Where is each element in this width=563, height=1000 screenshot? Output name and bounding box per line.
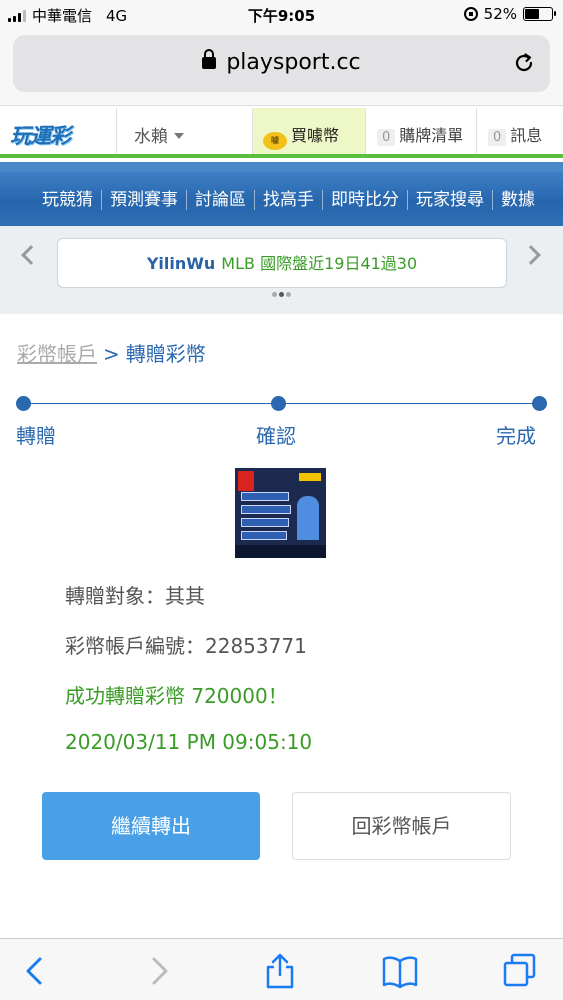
recipient-text: 轉贈對象：其其 xyxy=(65,584,205,608)
status-right: 52% xyxy=(463,5,556,23)
step-dot-confirm xyxy=(271,396,286,411)
caret-down-icon xyxy=(174,133,184,139)
cart-label: 購牌清單 xyxy=(399,126,464,145)
nav-item-guess[interactable]: 玩競猜 xyxy=(34,190,101,210)
step-label-transfer: 轉贈 xyxy=(16,424,56,448)
nav-item-forum[interactable]: 討論區 xyxy=(186,190,254,210)
purchase-list-button[interactable]: 0 購牌清單 xyxy=(365,108,476,154)
nav-item-player-search[interactable]: 玩家搜尋 xyxy=(407,190,492,210)
transfer-timestamp: 2020/03/11 PM 09:05:10 xyxy=(65,730,313,754)
step-label-confirm: 確認 xyxy=(256,424,296,448)
chevron-left-icon[interactable] xyxy=(21,245,41,265)
ticker-user: YilinWu xyxy=(146,254,216,273)
battery-icon xyxy=(523,7,556,21)
nav-item-data[interactable]: 數據 xyxy=(492,190,543,210)
rotation-lock-icon xyxy=(463,7,478,21)
breadcrumb-separator: > xyxy=(103,342,120,366)
breadcrumb: 彩幣帳戶 > 轉贈彩幣 xyxy=(17,338,206,367)
share-icon[interactable] xyxy=(260,951,300,991)
cart-count-badge: 0 xyxy=(377,129,396,146)
buy-coins-button[interactable]: 噱買噱幣 xyxy=(252,108,365,154)
carousel-dots xyxy=(272,292,291,297)
coin-icon: 噱 xyxy=(263,132,287,150)
step-dot-transfer xyxy=(16,396,31,411)
site-logo[interactable]: 玩運彩 xyxy=(10,120,71,150)
back-icon[interactable] xyxy=(16,951,56,991)
ticker-card[interactable]: YilinWu MLB 國際盤近19日41過30 xyxy=(57,238,507,288)
main-nav: 玩競猜 預測賽事 討論區 找高手 即時比分 玩家搜尋 數據 xyxy=(0,162,563,226)
forward-icon[interactable] xyxy=(138,951,178,991)
padlock-icon xyxy=(202,49,217,69)
bookmarks-icon[interactable] xyxy=(380,951,420,991)
back-to-account-button[interactable]: 回彩幣帳戶 xyxy=(292,792,511,860)
continue-transfer-button[interactable]: 繼續轉出 xyxy=(42,792,260,860)
account-number-text: 彩幣帳戶編號：22853771 xyxy=(65,634,307,658)
chevron-right-icon[interactable] xyxy=(521,245,541,265)
browser-toolbar xyxy=(0,938,563,1000)
status-bar: 中華電信 4G 下午9:05 52% xyxy=(0,0,563,30)
user-menu[interactable]: 水賴 xyxy=(116,108,252,154)
progress-steps: 轉贈 確認 完成 xyxy=(0,393,563,453)
nav-item-experts[interactable]: 找高手 xyxy=(254,190,322,210)
buy-coins-label: 買噱幣 xyxy=(291,126,340,145)
messages-label: 訊息 xyxy=(510,126,543,145)
browser-chrome: playsport.cc xyxy=(0,30,563,106)
step-label-done: 完成 xyxy=(496,424,536,448)
ticker-record: MLB 國際盤近19日41過30 xyxy=(221,254,418,273)
step-dot-done xyxy=(532,396,547,411)
nav-item-predict[interactable]: 預測賽事 xyxy=(101,190,186,210)
expert-ticker: YilinWu MLB 國際盤近19日41過30 xyxy=(0,226,563,314)
address-bar[interactable]: playsport.cc xyxy=(13,35,550,92)
reload-icon[interactable] xyxy=(512,51,536,75)
recipient-avatar xyxy=(235,468,326,558)
success-message: 成功轉贈彩幣 720000！ xyxy=(65,684,288,708)
tabs-icon[interactable] xyxy=(500,951,540,991)
url-text: playsport.cc xyxy=(226,50,361,75)
breadcrumb-link-account[interactable]: 彩幣帳戶 xyxy=(17,342,97,366)
battery-percent: 52% xyxy=(483,5,517,23)
message-count-badge: 0 xyxy=(488,129,507,146)
breadcrumb-current: 轉贈彩幣 xyxy=(125,342,206,366)
site-header: 玩運彩 水賴 噱買噱幣 0 購牌清單 0 訊息 xyxy=(0,108,563,158)
nav-item-live-scores[interactable]: 即時比分 xyxy=(322,190,407,210)
messages-button[interactable]: 0 訊息 xyxy=(476,108,563,154)
user-nickname: 水賴 xyxy=(134,127,168,147)
